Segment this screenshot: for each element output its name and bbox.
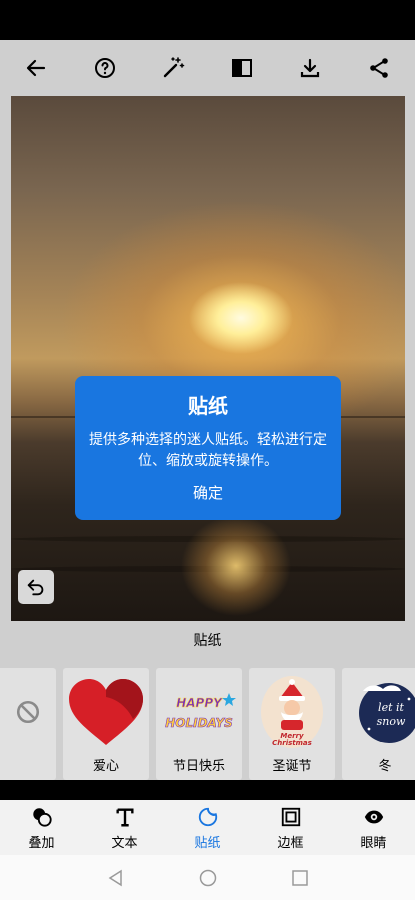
sticker-icon	[198, 807, 217, 827]
undo-button[interactable]	[18, 570, 54, 604]
nav-eye[interactable]: 眼睛	[339, 806, 409, 851]
happy-holidays-sticker: HAPPY HOLIDAYS	[165, 693, 236, 730]
home-circle-icon[interactable]	[198, 868, 218, 888]
status-bar	[0, 0, 415, 40]
compare-split-icon	[231, 59, 252, 77]
sticker-label: 节日快乐	[172, 759, 225, 774]
sticker-tip-dialog: 贴纸 提供多种选择的迷人贴纸。轻松进行定位、缩放或旋转操作。 确定	[75, 376, 341, 520]
magic-wand-icon	[163, 57, 185, 78]
help-button[interactable]	[91, 54, 119, 82]
canvas-area	[0, 96, 415, 626]
sea-reflection	[181, 516, 291, 616]
back-button[interactable]	[22, 54, 50, 82]
sticker-label: 爱心	[92, 759, 119, 774]
undo-icon	[27, 579, 44, 596]
sticker-strip[interactable]: 爱心 HAPPY HOLIDAYS 节日快乐 Merry Christmas 圣…	[0, 668, 415, 780]
system-nav-bar	[0, 855, 415, 900]
sticker-winter[interactable]: let it snow 冬	[342, 668, 415, 780]
svg-text:HOLIDAYS: HOLIDAYS	[165, 716, 233, 730]
text-icon	[115, 808, 134, 827]
dialog-body: 提供多种选择的迷人贴纸。轻松进行定位、缩放或旋转操作。	[89, 432, 327, 469]
nav-text[interactable]: 文本	[90, 806, 160, 851]
confirm-button[interactable]: 确定	[183, 482, 233, 504]
eye-icon	[364, 810, 383, 824]
compare-button[interactable]	[228, 54, 256, 82]
section-title: 贴纸	[0, 626, 415, 668]
auto-enhance-button[interactable]	[159, 54, 187, 82]
top-toolbar	[0, 40, 415, 96]
sticker-none[interactable]	[0, 668, 56, 780]
sticker-heart[interactable]: 爱心	[63, 668, 149, 780]
arrow-left-icon	[26, 59, 46, 77]
no-sticker-icon	[16, 700, 40, 724]
nav-frame[interactable]: 边框	[256, 806, 326, 851]
svg-text:snow: snow	[377, 715, 406, 728]
sticker-label: 圣诞节	[272, 759, 312, 774]
share-icon	[370, 58, 388, 78]
nav-overlay[interactable]: 叠加	[7, 806, 77, 851]
nav-sticker[interactable]: 贴纸	[173, 806, 243, 851]
dialog-title: 贴纸	[188, 394, 228, 418]
frame-icon	[281, 807, 300, 827]
share-button[interactable]	[365, 54, 393, 82]
bottom-nav: 叠加 文本 贴纸 边框 眼睛	[0, 800, 415, 855]
sticker-happy-holidays[interactable]: HAPPY HOLIDAYS 节日快乐	[156, 668, 242, 780]
svg-text:let it: let it	[378, 701, 404, 714]
let-it-snow-sticker: let it snow	[359, 683, 415, 743]
santa-sticker: Merry Christmas	[261, 676, 323, 748]
nav-label: 眼睛	[360, 836, 387, 851]
heart-sticker	[69, 679, 143, 745]
nav-label: 贴纸	[194, 836, 221, 851]
back-triangle-icon[interactable]	[106, 868, 126, 888]
sticker-christmas[interactable]: Merry Christmas 圣诞节	[249, 668, 335, 780]
recents-square-icon[interactable]	[290, 868, 310, 888]
sticker-label: 冬	[378, 759, 392, 774]
download-button[interactable]	[296, 54, 324, 82]
nav-label: 文本	[111, 836, 138, 851]
nav-label: 叠加	[28, 836, 55, 851]
sunset-photo[interactable]	[11, 96, 405, 621]
overlay-icon	[32, 808, 52, 827]
nav-label: 边框	[277, 836, 304, 851]
svg-text:Christmas: Christmas	[272, 739, 312, 747]
svg-text:HAPPY: HAPPY	[176, 696, 223, 710]
download-icon	[301, 58, 320, 78]
question-circle-icon	[94, 58, 115, 78]
